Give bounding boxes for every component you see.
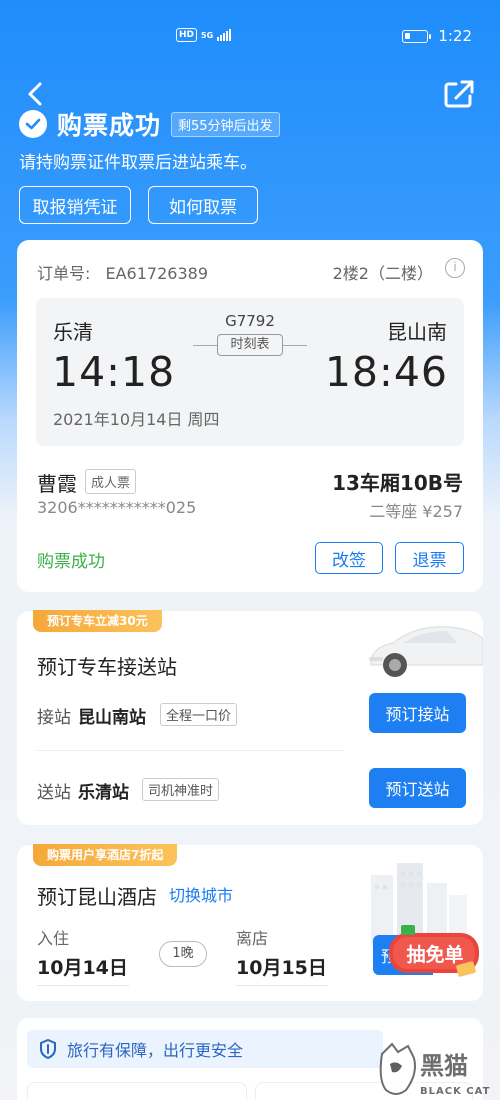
safety-banner[interactable]: 旅行有保障，出行更安全 [27, 1030, 383, 1068]
info-icon[interactable]: i [445, 258, 465, 278]
dropoff-tag: 司机神准时 [142, 778, 220, 801]
hd-icon: HD [176, 28, 198, 42]
clock: 1:22 [438, 27, 472, 45]
status-right: 1:22 [402, 27, 472, 45]
passenger-name: 曹霞 [37, 472, 77, 496]
car-promo-tag: 预订专车立减30元 [33, 610, 162, 632]
timetable-line-left [193, 345, 217, 346]
svg-text:BLACK CAT: BLACK CAT [420, 1086, 490, 1097]
safety-banner-text: 旅行有保障，出行更安全 [67, 1041, 244, 1060]
change-ticket-button[interactable]: 改签 [315, 542, 383, 574]
car-service-title: 预订专车接送站 [37, 655, 177, 679]
order-number-label: 订单号: [37, 264, 91, 283]
bottom-option-left[interactable] [27, 1082, 247, 1100]
order-card: 订单号: EA61726389 2楼2（二楼） i 乐清 昆山南 G7792 时… [17, 240, 483, 592]
car-image [369, 626, 483, 677]
nights-count: 1晚 [159, 941, 207, 967]
timetable-line-right [283, 345, 307, 346]
seat-number: 13车厢10B号 [332, 471, 463, 495]
arrival-time: 18:46 [324, 348, 448, 396]
how-to-collect-button[interactable]: 如何取票 [148, 186, 258, 224]
svg-text:抽免单: 抽免单 [406, 943, 463, 966]
car-service-card: 预订专车立减30元 预订专车接送站 接站 昆山南站 全程一口价 预订接站 送站 … [17, 610, 483, 825]
order-status: 购票成功 [37, 552, 105, 572]
success-check-icon [19, 110, 47, 138]
black-cat-watermark-logo: 黑猫 BLACK CAT [379, 1042, 490, 1097]
shield-icon [40, 1039, 56, 1059]
book-pickup-button[interactable]: 预订接站 [369, 693, 466, 733]
order-number: 订单号: EA61726389 [37, 260, 208, 284]
checkout-date[interactable]: 10月15日 [236, 953, 327, 980]
hotel-card: 购票用户享酒店7折起 预订昆山酒店 切换城市 入住 10月14日 1晚 离店 1… [17, 844, 483, 1001]
departure-time: 14:18 [52, 348, 176, 396]
pickup-label: 接站 [37, 708, 71, 728]
network-indicators: HD 5G [176, 28, 232, 42]
refund-button[interactable]: 退票 [395, 542, 464, 574]
share-icon[interactable] [442, 78, 476, 110]
back-arrow-icon[interactable] [22, 80, 50, 108]
pickup-tag: 全程一口价 [160, 703, 238, 726]
checkout-label: 离店 [236, 929, 269, 948]
hotel-title: 预订昆山酒店 [37, 885, 157, 909]
page-title-row: 购票成功 剩55分钟后出发 [19, 106, 280, 142]
timetable-button[interactable]: 时刻表 [217, 334, 283, 356]
car-divider [37, 750, 343, 751]
checkin-date[interactable]: 10月14日 [37, 953, 128, 980]
status-bar: HD 5G 1:22 [0, 0, 500, 74]
network-type: 5G [201, 30, 214, 40]
page-subtitle: 请持购票证件取票后进站乘车。 [19, 153, 257, 173]
dropoff-label: 送站 [37, 783, 71, 803]
hotel-promo-tag: 购票用户享酒店7折起 [33, 844, 178, 866]
order-number-value: EA61726389 [105, 264, 209, 283]
ticket-type-badge: 成人票 [85, 469, 137, 494]
switch-city-link[interactable]: 切换城市 [169, 882, 233, 906]
dropoff-station: 乐清站 [78, 783, 129, 803]
trip-date: 2021年10月14日 周四 [53, 410, 220, 429]
pickup-station: 昆山南站 [78, 708, 146, 728]
id-number: 3206***********025 [37, 498, 197, 517]
seat-class-price: 二等座 ¥257 [369, 502, 463, 521]
svg-text:黑猫: 黑猫 [420, 1052, 468, 1080]
signal-icon [217, 29, 232, 41]
checkin-underline [37, 985, 129, 986]
book-dropoff-button[interactable]: 预订送站 [369, 768, 466, 808]
departure-countdown-badge: 剩55分钟后出发 [171, 111, 280, 137]
checkin-label: 入住 [37, 929, 70, 948]
battery-icon [402, 29, 432, 43]
page-title: 购票成功 [57, 111, 162, 140]
free-order-badge[interactable]: 抽免单 [387, 925, 483, 979]
train-number: G7792 [225, 312, 275, 330]
checkout-underline [236, 985, 328, 986]
trip-box: 乐清 昆山南 G7792 时刻表 14:18 18:46 2021年10月14日… [36, 298, 464, 446]
receipt-button[interactable]: 取报销凭证 [19, 186, 131, 224]
waiting-floor: 2楼2（二楼） [332, 264, 433, 283]
